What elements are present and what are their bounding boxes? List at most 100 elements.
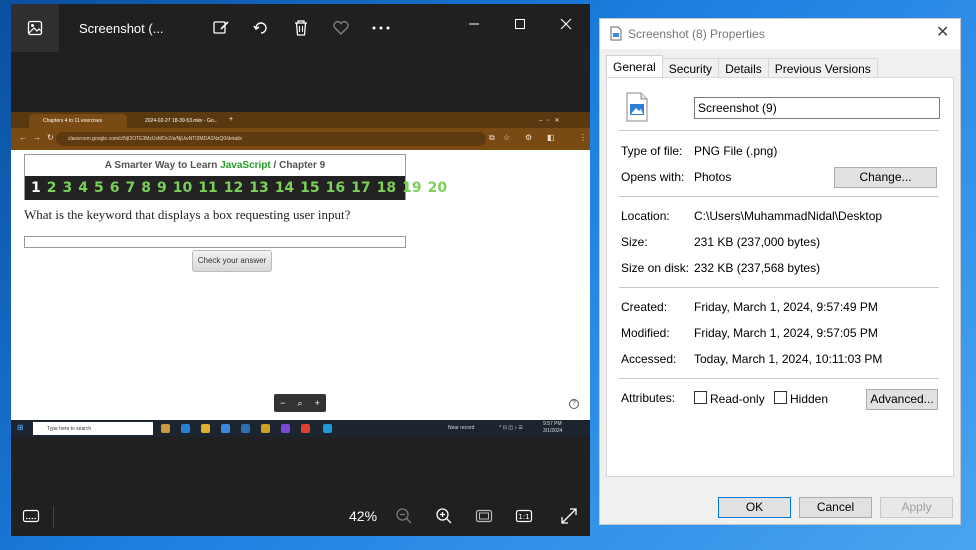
browser-tab[interactable]: Chapters 4 to 11 exercises — [29, 114, 127, 128]
exercise-number-link[interactable]: 6 — [110, 180, 120, 196]
hidden-label[interactable]: Hidden — [790, 392, 828, 406]
favorite-icon[interactable] — [329, 16, 353, 40]
exercise-number-link[interactable]: 14 — [275, 180, 294, 196]
zoom-plus-button[interactable]: + — [315, 398, 320, 408]
filmstrip-icon[interactable] — [21, 506, 41, 526]
zoom-out-icon[interactable] — [394, 506, 414, 526]
accessed-label: Accessed: — [621, 352, 677, 366]
svg-text:1:1: 1:1 — [518, 513, 529, 521]
cancel-button[interactable]: Cancel — [799, 497, 872, 518]
clock-time[interactable]: 9:57 PM — [543, 421, 562, 427]
extensions-icon[interactable]: ⚙ — [525, 133, 532, 143]
size-on-disk-label: Size on disk: — [621, 261, 690, 275]
magnifier-icon[interactable]: ⌕ — [297, 398, 302, 409]
exercise-number-link[interactable]: 8 — [141, 180, 151, 196]
tab-security[interactable]: Security — [661, 58, 720, 78]
maximize-icon[interactable] — [508, 12, 532, 36]
taskbar-search[interactable]: Type here to search — [33, 422, 153, 435]
mail-icon[interactable] — [241, 424, 250, 433]
sidebar-icon[interactable]: ◧ — [547, 133, 555, 143]
app-icon[interactable] — [261, 424, 270, 433]
attributes-label: Attributes: — [621, 391, 676, 405]
photos-window: Screenshot (... Chapters 4 to 11 exercis… — [11, 4, 590, 536]
exercise-number-link[interactable]: 18 — [377, 180, 396, 196]
readonly-checkbox[interactable] — [694, 391, 707, 404]
browser-window-controls[interactable]: – ▫ ✕ — [539, 114, 589, 128]
fit-icon[interactable] — [474, 506, 494, 526]
tab-previous-versions[interactable]: Previous Versions — [767, 58, 878, 78]
visual-studio-icon[interactable] — [281, 424, 290, 433]
dialog-tabs: General Security Details Previous Versio… — [606, 55, 878, 78]
zoom-minus-button[interactable]: − — [280, 398, 285, 408]
exercise-number-link[interactable]: 11 — [198, 180, 217, 196]
more-icon[interactable] — [369, 16, 393, 40]
store-icon[interactable] — [221, 424, 230, 433]
browser-tab-strip: Chapters 4 to 11 exercises 2024-02-27 18… — [11, 112, 590, 128]
fullscreen-icon[interactable] — [559, 506, 579, 526]
url-field[interactable]: classroom.google.com/c/NjI2OTE3MzUxMDc2/… — [56, 132, 486, 146]
app-icon[interactable] — [161, 424, 170, 433]
exercise-number-link[interactable]: 3 — [63, 180, 73, 196]
actual-size-icon[interactable]: 1:1 — [514, 506, 534, 526]
location-label: Location: — [621, 209, 670, 223]
zoom-control: − ⌕ + — [274, 394, 326, 412]
new-tab-button[interactable]: + — [225, 114, 239, 128]
zoom-in-icon[interactable] — [434, 506, 454, 526]
exercise-number-link[interactable]: 19 — [402, 180, 421, 196]
windows-start-icon[interactable]: ⊞ — [17, 423, 24, 432]
reload-icon[interactable]: ↻ — [47, 133, 54, 143]
tab-general[interactable]: General — [606, 55, 663, 78]
exercise-number-bar: 1 2 3 4 5 6 7 8 9 10 11 12 13 14 15 16 17 18 19 20 — [25, 176, 447, 200]
exercise-number-link[interactable]: 7 — [126, 180, 136, 196]
forward-icon[interactable]: → — [33, 133, 41, 143]
help-icon[interactable]: ? — [569, 399, 579, 409]
close-icon[interactable]: ✕ — [936, 25, 949, 41]
modified-label: Modified: — [621, 326, 670, 340]
apply-button[interactable]: Apply — [880, 497, 953, 518]
skype-icon[interactable] — [323, 424, 332, 433]
divider — [619, 378, 939, 379]
exercise-number-link[interactable]: 12 — [224, 180, 243, 196]
folder-icon[interactable] — [201, 424, 210, 433]
browser-tab[interactable]: 2024-02-27 18-39-53.mkv - Go... — [131, 114, 223, 128]
minimize-icon[interactable] — [462, 12, 486, 36]
exercise-number-link[interactable]: 4 — [78, 180, 88, 196]
file-name-field[interactable]: Screenshot (9) — [694, 97, 940, 119]
exercise-number-link[interactable]: 10 — [173, 180, 192, 196]
back-icon[interactable]: ← — [19, 133, 27, 143]
advanced-button[interactable]: Advanced... — [866, 389, 938, 410]
change-button[interactable]: Change... — [834, 167, 937, 188]
bookmark-star-icon[interactable]: ☆ — [503, 133, 510, 143]
delete-icon[interactable] — [289, 16, 313, 40]
exercise-number-link[interactable]: 17 — [351, 180, 370, 196]
exercise-number-link[interactable]: 16 — [326, 180, 345, 196]
location-value: C:\Users\MuhammadNidal\Desktop — [694, 209, 883, 223]
readonly-label[interactable]: Read-only — [710, 392, 765, 406]
edge-icon[interactable] — [181, 424, 190, 433]
weather-text[interactable]: Near record — [448, 425, 474, 431]
rotate-icon[interactable] — [249, 16, 273, 40]
menu-icon[interactable]: ⋮ — [579, 133, 587, 143]
exercise-number-link[interactable]: 13 — [249, 180, 268, 196]
system-tray-icons[interactable]: ^ ⊡ ◫ ♪ ☰ — [499, 425, 523, 431]
check-answer-button[interactable]: Check your answer — [192, 250, 272, 272]
clock-date[interactable]: 3/1/2024 — [543, 428, 562, 434]
answer-input[interactable] — [24, 236, 406, 248]
divider — [619, 287, 939, 288]
chrome-icon[interactable] — [301, 424, 310, 433]
tab-details[interactable]: Details — [718, 58, 769, 78]
install-icon[interactable]: ⧉ — [489, 133, 495, 143]
exercise-number-link[interactable]: 9 — [157, 180, 167, 196]
divider — [619, 130, 939, 131]
exercise-number-link[interactable]: 1 — [31, 180, 41, 196]
exercise-number-link[interactable]: 20 — [428, 180, 447, 196]
dialog-title: Screenshot (8) Properties — [628, 27, 765, 41]
photo-app-icon[interactable] — [11, 4, 59, 52]
exercise-number-link[interactable]: 2 — [47, 180, 57, 196]
hidden-checkbox[interactable] — [774, 391, 787, 404]
exercise-number-link[interactable]: 5 — [94, 180, 104, 196]
edit-icon[interactable] — [209, 16, 233, 40]
ok-button[interactable]: OK — [718, 497, 791, 518]
close-icon[interactable] — [554, 12, 578, 36]
exercise-number-link[interactable]: 15 — [300, 180, 319, 196]
